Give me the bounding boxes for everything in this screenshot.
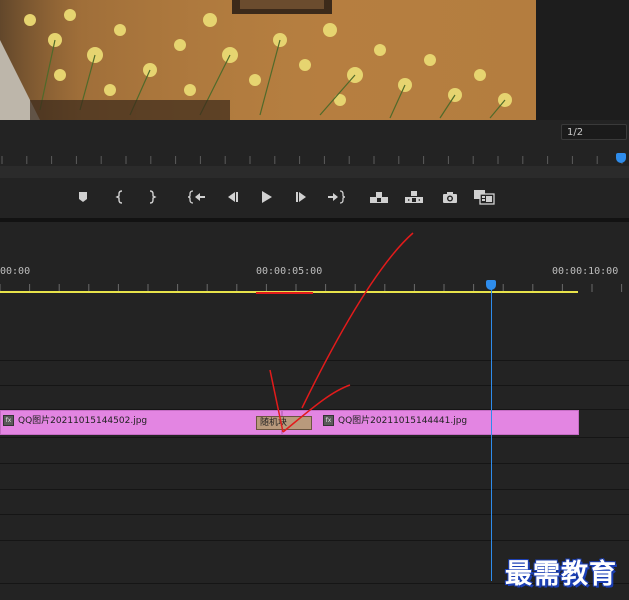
compare-view-icon	[474, 190, 495, 205]
zoom-level-select[interactable]: 1/2	[561, 124, 627, 140]
monitor-mini-ruler[interactable]	[0, 150, 629, 166]
play-button[interactable]	[256, 186, 278, 208]
track-divider	[0, 385, 629, 386]
step-forward-button[interactable]	[291, 186, 313, 208]
go-to-in-icon	[188, 190, 205, 204]
compare-view-button[interactable]	[473, 186, 495, 208]
lift-button[interactable]	[368, 186, 390, 208]
mark-out-button[interactable]	[141, 186, 163, 208]
extract-button[interactable]	[403, 186, 425, 208]
program-video-frame	[0, 0, 536, 120]
lift-icon	[370, 192, 388, 203]
extract-icon	[405, 191, 423, 203]
add-marker-icon	[79, 192, 87, 202]
step-forward-icon	[296, 192, 306, 202]
track-divider	[0, 489, 629, 490]
transport-controls	[0, 178, 629, 218]
clip-name: QQ图片20211015144502.jpg	[18, 416, 148, 426]
track-divider	[0, 360, 629, 361]
mark-out-icon	[149, 190, 157, 204]
export-frame-icon	[443, 191, 457, 203]
timecode-label-start: 00:00	[0, 266, 31, 277]
play-icon	[262, 191, 272, 203]
timeline-time-ruler[interactable]	[0, 278, 629, 292]
step-back-icon	[228, 192, 238, 202]
clip-fx-icon: fx	[3, 415, 14, 426]
video-frame-image	[0, 0, 536, 120]
monitor-playhead-handle[interactable]	[616, 153, 626, 163]
export-frame-button[interactable]	[439, 186, 461, 208]
transition-block[interactable]: 随机块	[256, 416, 312, 430]
clip-name: QQ图片20211015144441.jpg	[338, 416, 468, 426]
clip-fx-icon: fx	[323, 415, 334, 426]
monitor-scrub-bar[interactable]	[0, 166, 629, 178]
timeline-playhead-line[interactable]	[491, 289, 492, 581]
timecode-label-5s: 00:00:05:00	[256, 266, 323, 277]
watermark-logo: 最需教育	[505, 559, 617, 590]
add-marker-button[interactable]	[72, 186, 94, 208]
mark-in-icon	[115, 190, 123, 204]
go-to-in-button[interactable]	[186, 186, 208, 208]
timeline-clip[interactable]: fx QQ图片20211015144441.jpg	[282, 410, 579, 435]
track-divider	[0, 514, 629, 515]
track-divider	[0, 540, 629, 541]
premiere-workspace: 1/2 00:00 00:00:05:00 00:00:10:00 fx QQ图…	[0, 0, 629, 600]
timecode-label-10s: 00:00:10:00	[552, 266, 619, 277]
track-divider	[0, 463, 629, 464]
timeline-clip[interactable]: fx QQ图片20211015144502.jpg	[0, 410, 282, 435]
mark-in-button[interactable]	[109, 186, 131, 208]
step-back-button[interactable]	[221, 186, 243, 208]
go-to-out-icon	[328, 190, 345, 204]
go-to-out-button[interactable]	[325, 186, 347, 208]
track-divider	[0, 437, 629, 438]
